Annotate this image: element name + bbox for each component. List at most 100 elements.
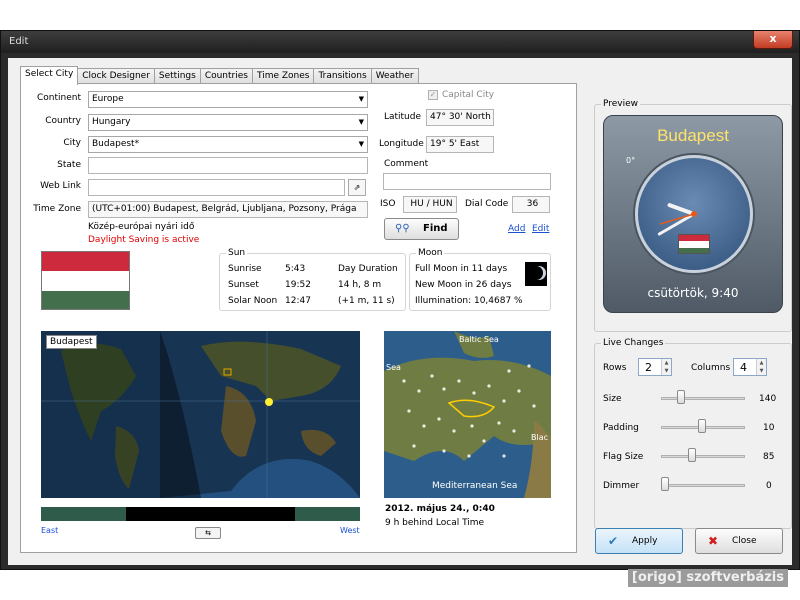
tab-strip: Select City Clock Designer Settings Coun… — [20, 66, 419, 85]
dimmer-value: 0 — [766, 481, 772, 491]
watermark: [origo] szoftverbázis — [627, 569, 788, 587]
moon-phase-icon — [525, 262, 547, 286]
timezone-name: Közép-európai nyári idő — [88, 222, 195, 232]
world-map-image — [41, 331, 360, 498]
minute-hand — [657, 212, 696, 236]
city-label: City — [63, 138, 81, 148]
size-slider[interactable] — [661, 397, 745, 400]
weblink-field[interactable] — [88, 179, 345, 196]
noon-label: Solar Noon — [228, 296, 278, 306]
apply-label: Apply — [632, 536, 658, 546]
full-moon: Full Moon in 11 days — [415, 264, 508, 274]
country-label: Country — [45, 116, 81, 126]
moon-group: Moon Full Moon in 11 days New Moon in 26… — [409, 248, 551, 311]
iso-label: ISO — [380, 199, 396, 209]
clock-footer: csütörtök, 9:40 — [647, 286, 739, 300]
longitude-label: Longitude — [379, 139, 424, 149]
rows-label: Rows — [603, 363, 627, 373]
state-field[interactable] — [88, 157, 368, 174]
continent-select[interactable]: Europe ▼ — [88, 91, 368, 108]
continent-label: Continent — [37, 93, 81, 103]
close-button[interactable]: ✖ Close — [695, 528, 783, 554]
duration-delta: (+1 m, 11 s) — [338, 296, 395, 306]
tab-select-city[interactable]: Select City — [20, 66, 79, 85]
clock-dial — [635, 155, 753, 273]
chevron-down-icon: ▼ — [358, 118, 364, 126]
columns-stepper[interactable]: 4 ▲ ▼ — [733, 358, 767, 376]
find-button[interactable]: ⚲⚲ Find — [384, 218, 459, 240]
edit-link[interactable]: Edit — [532, 224, 549, 234]
sunrise-label: Sunrise — [228, 264, 262, 274]
apply-button[interactable]: ✔ Apply — [595, 528, 683, 554]
moon-title: Moon — [416, 248, 445, 258]
swap-arrows-icon[interactable]: ⇆ — [195, 527, 221, 539]
world-map[interactable]: Budapest — [41, 331, 360, 498]
live-changes-title: Live Changes — [601, 338, 666, 348]
comment-label: Comment — [384, 159, 429, 169]
stepper-arrows-icon[interactable]: ▲ ▼ — [756, 359, 766, 375]
east-label: East — [41, 526, 59, 535]
clock-preview: Budapest 0° csütörtök, 9:40 — [603, 115, 783, 313]
rows-value: 2 — [645, 361, 652, 374]
state-label: State — [57, 160, 81, 170]
live-changes-group: Live Changes Rows 2 ▲ ▼ Columns 4 ▲ ▼ Size… — [594, 338, 792, 529]
padding-slider-thumb[interactable] — [698, 419, 706, 433]
dimmer-slider[interactable] — [661, 484, 745, 487]
longitude-field: 19° 5' East — [426, 136, 494, 153]
stepper-arrows-icon[interactable]: ▲ ▼ — [661, 359, 671, 375]
clock-flag — [678, 234, 710, 254]
padding-label: Padding — [603, 423, 639, 433]
iso-field: HU / HUN — [403, 196, 457, 213]
sunset-value: 19:52 — [285, 280, 311, 290]
baltic-sea-label: Baltic Sea — [459, 335, 499, 344]
country-select[interactable]: Hungary ▼ — [88, 114, 368, 131]
city-value: Budapest* — [92, 139, 140, 149]
close-icon: ✖ — [708, 534, 719, 548]
time-offset: 9 h behind Local Time — [385, 518, 485, 528]
comment-field[interactable] — [383, 173, 551, 190]
illumination: Illumination: 10,4687 % — [415, 296, 523, 306]
dialog-client: Select City Clock Designer Settings Coun… — [8, 58, 792, 565]
duration-value: 14 h, 8 m — [338, 280, 382, 290]
dialcode-field: 36 — [512, 196, 550, 213]
find-label: Find — [423, 223, 448, 234]
timeline-bar[interactable] — [41, 507, 360, 521]
weblink-label: Web Link — [40, 181, 81, 191]
local-map[interactable]: Baltic Sea Sea Blac Mediterranean Sea — [384, 331, 551, 498]
window-title: Edit — [9, 36, 29, 47]
city-select[interactable]: Budapest* ▼ — [88, 136, 368, 153]
flagsize-slider-thumb[interactable] — [688, 448, 696, 462]
dimmer-slider-thumb[interactable] — [661, 477, 669, 491]
add-link[interactable]: Add — [508, 224, 525, 234]
latitude-field: 47° 30' North — [426, 109, 494, 126]
noon-value: 12:47 — [285, 296, 311, 306]
close-label: Close — [732, 536, 757, 546]
preview-group: Preview Budapest 0° csütörtök, 9:40 — [594, 99, 792, 332]
sea-label: Sea — [386, 363, 401, 372]
timezone-field: (UTC+01:00) Budapest, Belgrád, Ljubljana… — [88, 201, 368, 218]
map-city-tag: Budapest — [46, 335, 97, 349]
size-slider-thumb[interactable] — [677, 390, 685, 404]
chevron-down-icon: ▼ — [358, 95, 364, 103]
rows-stepper[interactable]: 2 ▲ ▼ — [638, 358, 672, 376]
select-city-panel: Continent Europe ▼ Country Hungary ▼ Cit… — [20, 83, 577, 553]
mediterranean-sea-label: Mediterranean Sea — [432, 481, 518, 491]
duration-label: Day Duration — [338, 264, 398, 274]
country-flag — [41, 251, 130, 310]
open-link-icon[interactable]: ⇗ — [348, 179, 366, 196]
flagsize-value: 85 — [763, 452, 775, 462]
close-window-button[interactable]: x — [753, 31, 793, 49]
title-bar: Edit x — [1, 31, 799, 53]
flagsize-label: Flag Size — [603, 452, 644, 462]
columns-value: 4 — [740, 361, 747, 374]
dialcode-label: Dial Code — [465, 199, 509, 209]
checkmark-icon: ✔ — [608, 534, 619, 548]
size-label: Size — [603, 394, 622, 404]
columns-label: Columns — [691, 363, 731, 373]
binoculars-icon: ⚲⚲ — [395, 223, 410, 234]
capital-checkbox[interactable]: ✓ — [428, 90, 438, 100]
continent-value: Europe — [92, 94, 124, 104]
clock-city: Budapest — [657, 126, 729, 145]
preview-title: Preview — [601, 99, 641, 109]
flagsize-slider[interactable] — [661, 455, 745, 458]
